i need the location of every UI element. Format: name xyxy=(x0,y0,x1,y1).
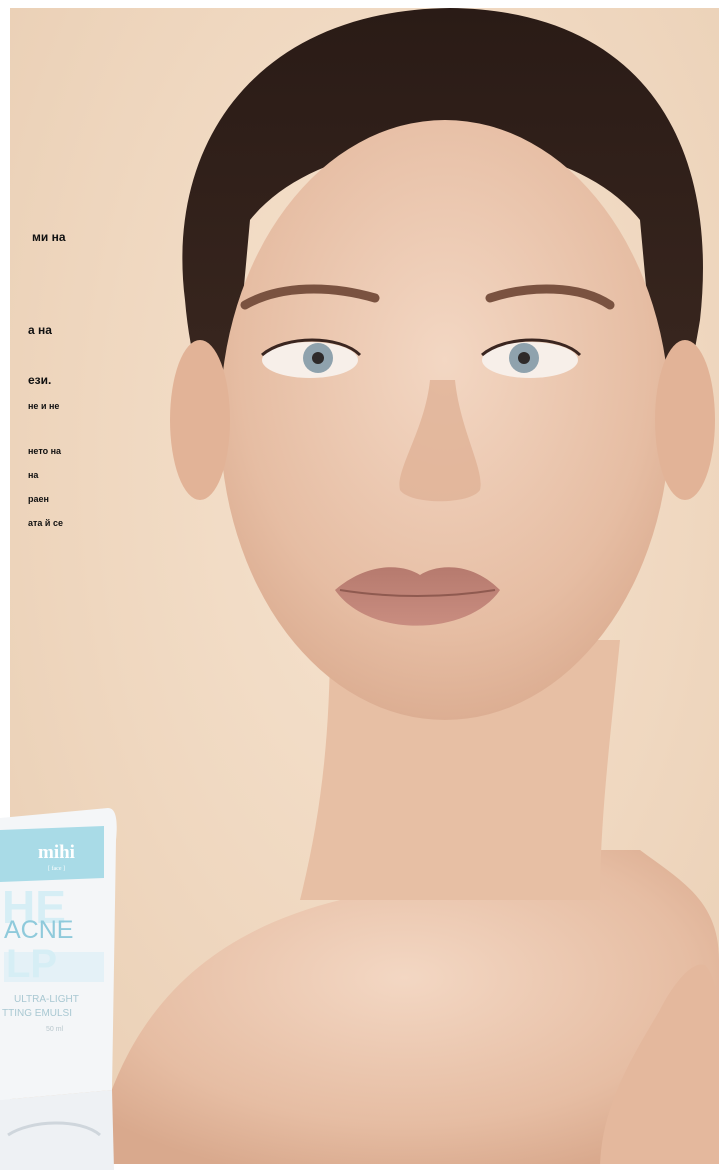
hero-photo: ми на а на ези. не и не нето на на раен … xyxy=(0,0,719,1170)
text-fragment: нето на xyxy=(28,446,62,456)
brand-sub: [ face ] xyxy=(48,866,65,872)
product-name-acne: ACNE xyxy=(4,916,74,944)
left-ear xyxy=(170,340,230,500)
right-pupil xyxy=(518,352,530,364)
product-tube: mihi [ face ] HE ACNE LP ULTRA-LIGHT TTI… xyxy=(0,800,120,1170)
text-fragment: не и не xyxy=(28,401,60,411)
brand-name: mihi xyxy=(38,842,75,863)
product-descriptor-2: TTING EMULSI xyxy=(2,1008,73,1019)
text-fragment: ези. xyxy=(28,373,52,387)
text-fragment: ми на xyxy=(32,230,66,244)
page-top-border xyxy=(0,0,719,8)
product-descriptor-1: ULTRA-LIGHT xyxy=(14,994,79,1005)
text-fragment: а на xyxy=(28,323,52,337)
left-pupil xyxy=(312,352,324,364)
product-name-big2: LP xyxy=(6,942,58,986)
right-ear xyxy=(655,340,715,500)
text-fragment: раен xyxy=(28,494,49,504)
text-fragment: на xyxy=(28,470,39,480)
text-fragment: ата й се xyxy=(28,518,63,528)
product-volume: 50 ml xyxy=(46,1026,64,1033)
